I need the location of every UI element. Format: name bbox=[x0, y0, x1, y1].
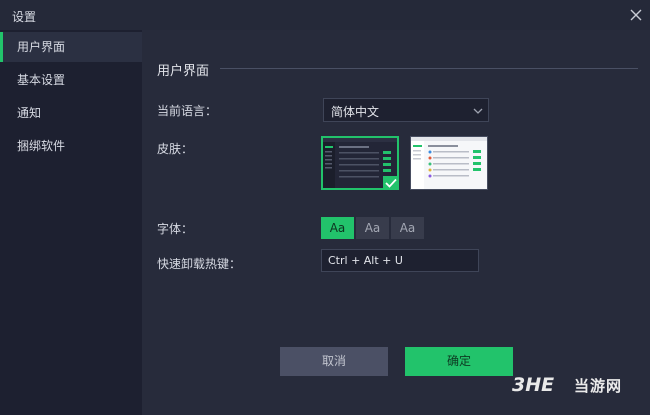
close-icon[interactable] bbox=[626, 5, 646, 25]
sidebar-item-basic-settings[interactable]: 基本设置 bbox=[0, 65, 142, 95]
light-skin-thumbnail bbox=[411, 137, 487, 189]
skin-light-option[interactable] bbox=[410, 136, 488, 190]
sidebar-item-user-interface[interactable]: 用户界面 bbox=[0, 32, 142, 62]
cancel-button[interactable]: 取消 bbox=[280, 347, 388, 376]
sidebar-item-label: 通知 bbox=[17, 106, 42, 120]
language-value: 简体中文 bbox=[331, 105, 380, 119]
hotkey-label: 快速卸载热键： bbox=[157, 257, 242, 271]
check-icon bbox=[385, 178, 397, 188]
skin-label: 皮肤： bbox=[157, 142, 194, 156]
selected-check-badge bbox=[383, 176, 399, 190]
sidebar: 用户界面 基本设置 通知 捆绑软件 bbox=[0, 30, 142, 415]
font-size-large-button[interactable]: Aa bbox=[391, 217, 424, 239]
watermark: 3HE 当游网 bbox=[510, 372, 640, 396]
sidebar-item-notifications[interactable]: 通知 bbox=[0, 98, 142, 128]
font-size-small-button[interactable]: Aa bbox=[321, 217, 354, 239]
window-title: 设置 bbox=[12, 10, 37, 24]
sidebar-item-bundled-software[interactable]: 捆绑软件 bbox=[0, 131, 142, 161]
3dm-logo-icon: 3HE bbox=[512, 374, 554, 396]
sidebar-item-label: 用户界面 bbox=[17, 40, 66, 54]
svg-text:3HE: 3HE bbox=[512, 374, 554, 396]
section-title: 用户界面 bbox=[157, 64, 210, 79]
ok-button[interactable]: 确定 bbox=[405, 347, 513, 376]
skin-dark-option[interactable] bbox=[321, 136, 399, 190]
font-size-medium-button[interactable]: Aa bbox=[356, 217, 389, 239]
sidebar-item-label: 基本设置 bbox=[17, 73, 66, 87]
settings-panel: 用户界面 当前语言： 简体中文 皮肤： 字体： Aa Aa Aa 快速卸载热键：… bbox=[142, 30, 650, 415]
section-divider bbox=[220, 68, 638, 69]
hotkey-input[interactable] bbox=[321, 249, 479, 272]
chevron-down-icon bbox=[473, 108, 483, 114]
title-bar: 设置 bbox=[0, 0, 650, 30]
language-select[interactable]: 简体中文 bbox=[323, 98, 489, 122]
language-label: 当前语言： bbox=[157, 104, 218, 118]
watermark-text: 当游网 bbox=[574, 377, 623, 395]
sidebar-item-label: 捆绑软件 bbox=[17, 139, 66, 153]
font-label: 字体： bbox=[157, 222, 194, 236]
